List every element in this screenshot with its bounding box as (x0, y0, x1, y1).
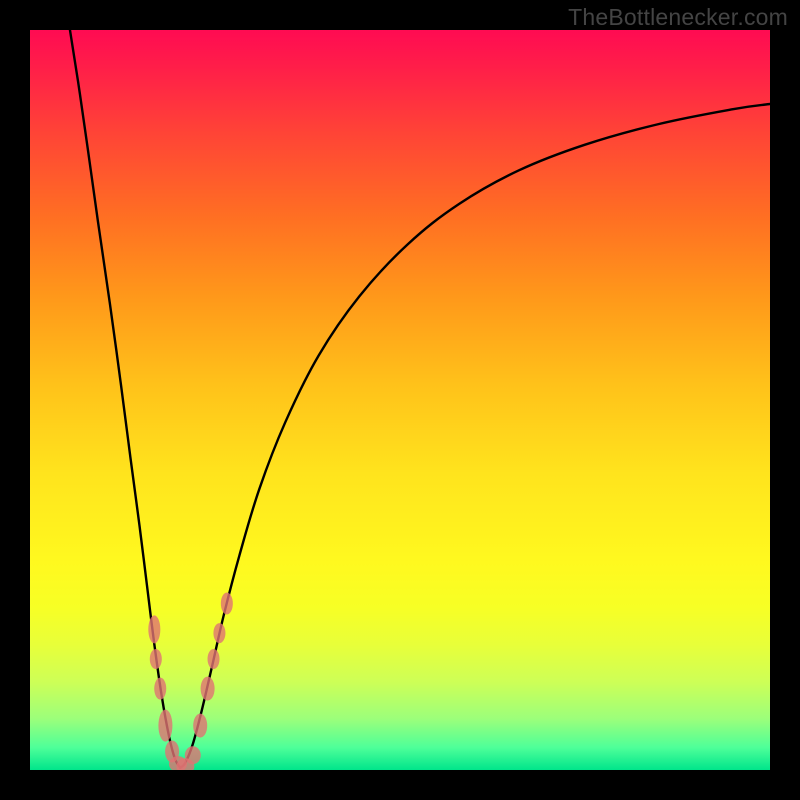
chart-frame: TheBottlenecker.com (0, 0, 800, 800)
marker-dot (193, 714, 207, 738)
marker-cluster (148, 593, 233, 771)
curve-right-branch (180, 104, 770, 768)
marker-dot (150, 649, 162, 669)
watermark-text: TheBottlenecker.com (568, 4, 788, 31)
chart-plot-area (30, 30, 770, 770)
marker-dot (185, 746, 201, 764)
marker-dot (148, 615, 160, 643)
curve-left-branch (70, 30, 180, 768)
marker-dot (158, 710, 172, 742)
marker-dot (213, 623, 225, 643)
chart-svg (30, 30, 770, 770)
marker-dot (221, 593, 233, 615)
marker-dot (208, 649, 220, 669)
marker-dot (154, 678, 166, 700)
marker-dot (201, 677, 215, 701)
